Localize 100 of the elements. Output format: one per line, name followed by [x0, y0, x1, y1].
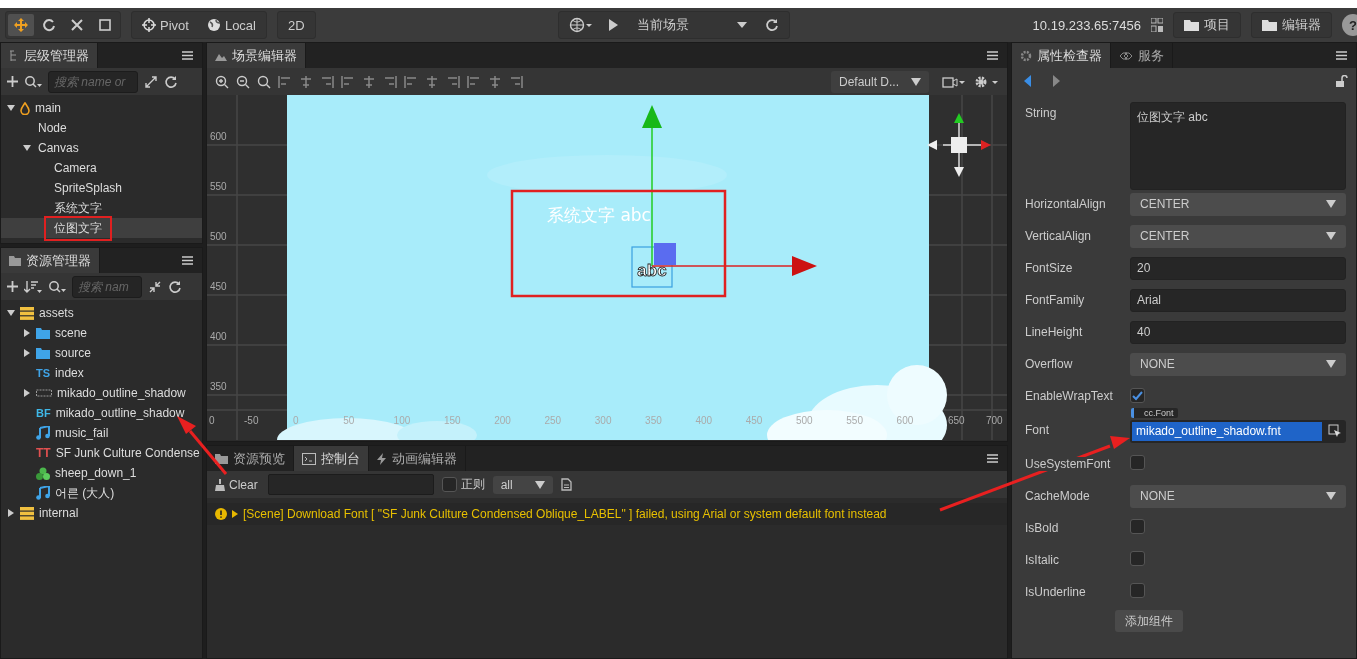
zoom-out-icon[interactable] — [236, 74, 250, 89]
project-button[interactable]: 项目 — [1173, 12, 1241, 38]
clear-button[interactable]: Clear — [213, 477, 260, 492]
search-icon[interactable] — [24, 74, 42, 89]
expand-arrow-icon[interactable] — [232, 510, 238, 518]
align-icon[interactable] — [488, 74, 502, 89]
input-field[interactable]: 20 — [1130, 256, 1346, 280]
scene-viewport[interactable]: 600 550 500 450 400 350 0 -50 0 50 100 150 200 250 300 350 400 450 500 550 600 650 700 系统文字 abc abc — [207, 95, 1007, 440]
align-icon[interactable] — [404, 74, 418, 89]
pivot-button[interactable]: Pivot — [134, 14, 197, 36]
input-field[interactable]: 40 — [1130, 320, 1346, 344]
dropdown[interactable]: CENTER — [1130, 224, 1346, 248]
align-icon[interactable] — [320, 74, 334, 89]
expand-arrow-icon[interactable] — [23, 329, 31, 337]
asset-name: 어른 (大人) — [54, 484, 116, 502]
refresh-icon[interactable] — [765, 18, 780, 32]
property-label: UseSystemFont — [1025, 457, 1111, 471]
search-icon[interactable] — [48, 279, 66, 294]
type-tag: cc.Font — [1131, 407, 1178, 418]
asset-name: SF Junk Culture Condense — [54, 445, 201, 462]
panel-tab[interactable]: 资源管理器 — [1, 248, 100, 273]
panel-tab[interactable]: 服务 — [1111, 43, 1173, 68]
align-icon[interactable] — [278, 74, 292, 89]
menu-icon[interactable] — [182, 51, 193, 60]
align-icon[interactable] — [446, 74, 460, 89]
property-label: LineHeight — [1025, 325, 1083, 339]
tree-row[interactable]: Camera — [1, 158, 202, 178]
checkbox[interactable] — [1130, 583, 1145, 598]
panel-tab[interactable]: 层级管理器 — [1, 43, 98, 68]
selection-box[interactable] — [631, 246, 673, 288]
ruler-label: 450 — [210, 281, 227, 292]
document-icon[interactable] — [560, 478, 572, 491]
dropdown[interactable]: NONE — [1130, 352, 1346, 376]
expand-arrow-icon[interactable] — [7, 509, 15, 517]
align-icon[interactable] — [383, 74, 397, 89]
local-button[interactable]: Local — [198, 14, 264, 36]
pick-cursor-icon[interactable] — [1328, 424, 1342, 438]
panel-tab[interactable]: 控制台 — [294, 446, 369, 471]
align-icon[interactable] — [341, 74, 355, 89]
zoom-in-icon[interactable] — [215, 74, 229, 89]
sort-icon[interactable] — [24, 279, 42, 294]
add-icon[interactable] — [7, 281, 18, 292]
editor-button[interactable]: 编辑器 — [1251, 12, 1332, 38]
align-icon[interactable] — [509, 74, 523, 89]
tree-row[interactable]: SpriteSplash — [1, 178, 202, 198]
checkbox[interactable] — [1130, 388, 1145, 404]
expand-arrow-icon[interactable] — [23, 349, 31, 357]
expand-arrow-icon[interactable] — [23, 389, 31, 397]
string-field[interactable]: 位图文字 abc — [1130, 102, 1346, 190]
move-tool-icon[interactable] — [8, 14, 34, 36]
checkbox[interactable] — [1130, 551, 1145, 566]
add-component-button[interactable]: 添加组件 — [1115, 610, 1183, 632]
align-icon[interactable] — [467, 74, 481, 89]
panel-tab[interactable]: 场景编辑器 — [207, 43, 306, 68]
regex-checkbox[interactable] — [441, 477, 457, 492]
search-field[interactable]: 搜索 nam — [72, 275, 142, 298]
align-icon[interactable] — [299, 74, 313, 89]
orientation-gizmo[interactable] — [927, 113, 991, 177]
menu-icon[interactable] — [1336, 51, 1347, 60]
align-icon[interactable] — [362, 74, 376, 89]
camera-select[interactable]: Default D... — [830, 70, 929, 93]
collapse-icon[interactable] — [148, 279, 162, 294]
dropdown[interactable]: NONE — [1130, 484, 1346, 508]
refresh-icon[interactable] — [168, 279, 182, 294]
caret-icon — [911, 77, 921, 86]
expand-icon[interactable] — [144, 74, 158, 89]
refresh-icon[interactable] — [164, 74, 178, 89]
back-arrow-icon[interactable] — [1024, 75, 1032, 87]
file-type-label: TT — [36, 446, 51, 460]
forward-arrow-icon[interactable] — [1052, 75, 1060, 87]
add-icon[interactable] — [7, 76, 18, 87]
menu-icon[interactable] — [182, 256, 193, 265]
menu-icon[interactable] — [987, 454, 998, 463]
menu-icon[interactable] — [987, 51, 998, 60]
zoom-reset-icon[interactable] — [257, 74, 271, 89]
expand-arrow-icon[interactable] — [7, 104, 15, 112]
camera-icon[interactable] — [942, 74, 966, 89]
tree-row[interactable]: Node — [1, 118, 202, 138]
asset-field[interactable]: mikado_outline_shadow.fnt — [1132, 421, 1322, 441]
expand-arrow-icon[interactable] — [7, 309, 15, 317]
panel-tab[interactable]: 属性检查器 — [1012, 43, 1111, 68]
tree-row[interactable]: Canvas — [1, 138, 202, 158]
asset-name: index — [54, 365, 85, 382]
tree-row[interactable]: 系统文字 — [1, 198, 202, 218]
tree-row[interactable]: main — [1, 98, 202, 118]
dropdown[interactable]: CENTER — [1130, 192, 1346, 216]
input-field[interactable]: Arial — [1130, 288, 1346, 312]
checkbox[interactable] — [1130, 455, 1145, 470]
checkbox[interactable] — [1130, 519, 1145, 534]
tree-row[interactable]: 位图文字 — [1, 218, 202, 238]
globe-icon[interactable] — [569, 17, 594, 33]
help-button[interactable]: ? — [1342, 14, 1357, 36]
align-icon[interactable] — [425, 74, 439, 89]
search-field[interactable]: 搜索 name or — [48, 70, 138, 93]
log-level-select[interactable]: all — [492, 475, 553, 494]
filter-field[interactable] — [267, 474, 434, 495]
lock-icon[interactable] — [1336, 75, 1348, 87]
play-icon[interactable] — [607, 18, 620, 32]
expand-arrow-icon[interactable] — [23, 144, 31, 152]
qr-code-icon[interactable] — [1151, 18, 1163, 32]
